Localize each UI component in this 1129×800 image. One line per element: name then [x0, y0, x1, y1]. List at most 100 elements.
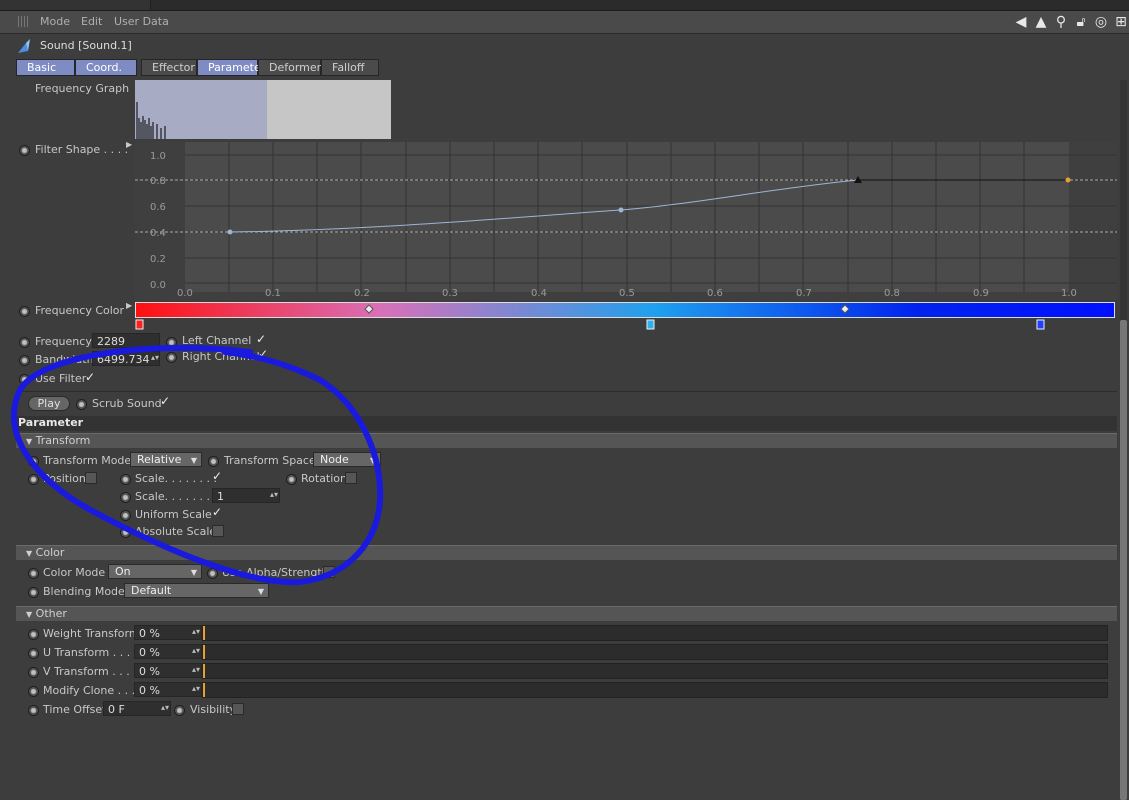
modify-spinner-icon[interactable]: ▴▾: [192, 684, 200, 693]
v-transform-anim-toggle[interactable]: [28, 667, 39, 678]
u-transform-slider[interactable]: [202, 644, 1108, 660]
vertical-scrollbar[interactable]: [1120, 80, 1127, 800]
right-channel-anim-toggle[interactable]: [166, 352, 177, 363]
arrow-up-icon[interactable]: ▲: [1033, 14, 1049, 30]
gradient-knots: [135, 304, 1045, 330]
v-transform-slider[interactable]: [202, 663, 1108, 679]
transform-section-header[interactable]: ▼ Transform: [16, 433, 1117, 448]
play-button[interactable]: Play: [28, 396, 70, 411]
visibility-checkbox[interactable]: [232, 703, 244, 715]
rotation-anim-toggle[interactable]: [286, 474, 297, 485]
rotation-checkbox[interactable]: [345, 472, 357, 484]
scale-toggle-label: Scale. . . . . . . .: [135, 472, 218, 485]
color-mode-dropdown[interactable]: On: [108, 564, 202, 579]
transform-mode-label: Transform Mode: [43, 454, 132, 467]
curve-y-tick: 0.8: [150, 176, 166, 187]
scale-value-anim-toggle[interactable]: [120, 492, 131, 503]
scrub-sound-checkbox[interactable]: ✓: [160, 394, 170, 408]
absolute-scale-anim-toggle[interactable]: [120, 527, 131, 538]
curve-y-tick: 0.0: [150, 280, 166, 291]
weight-spinner-icon[interactable]: ▴▾: [192, 627, 200, 636]
bandwidth-anim-toggle[interactable]: [19, 355, 30, 366]
parameter-header: Parameter: [16, 416, 1117, 431]
transform-space-dropdown[interactable]: Node: [313, 452, 381, 467]
filter-shape-anim-toggle[interactable]: [19, 145, 30, 156]
bandwidth-field[interactable]: 6499.734: [92, 351, 160, 366]
scrub-sound-anim-toggle[interactable]: [76, 399, 87, 410]
new-panel-icon[interactable]: ⊞: [1113, 14, 1129, 30]
right-channel-checkbox[interactable]: ✓: [258, 347, 268, 361]
position-checkbox[interactable]: [85, 472, 97, 484]
use-filter-anim-toggle[interactable]: [19, 374, 30, 385]
frequency-label: Frequency: [35, 335, 92, 348]
tab-effector[interactable]: Effector: [141, 59, 197, 76]
transform-mode-dropdown[interactable]: Relative: [130, 452, 202, 467]
position-label: Position: [43, 472, 86, 485]
frequency-color-label: Frequency Color: [35, 304, 125, 317]
weight-transform-slider[interactable]: [202, 625, 1108, 641]
menu-edit[interactable]: Edit: [81, 15, 102, 28]
scale-toggle-anim[interactable]: [120, 474, 131, 485]
tab-coord[interactable]: Coord.: [75, 59, 137, 76]
toolbar-icons: ◀ ▲ ⚲ 🔓︎ ◎ ⊞: [1013, 13, 1129, 31]
weight-transform-anim-toggle[interactable]: [28, 629, 39, 640]
uniform-scale-checkbox[interactable]: ✓: [212, 505, 222, 519]
use-alpha-anim-toggle[interactable]: [207, 568, 218, 579]
blending-mode-label: Blending Mode: [43, 585, 125, 598]
scrollbar-thumb[interactable]: [1120, 320, 1127, 800]
collapse-arrow-icon: ▼: [26, 610, 33, 619]
right-channel-label: Right Channel: [182, 350, 260, 363]
absolute-scale-checkbox[interactable]: [212, 525, 224, 537]
blending-mode-anim-toggle[interactable]: [28, 587, 39, 598]
tab-falloff[interactable]: Falloff: [321, 59, 379, 76]
time-offset-spinner-icon[interactable]: ▴▾: [161, 703, 169, 712]
time-offset-anim-toggle[interactable]: [28, 705, 39, 716]
scale-value-label: Scale. . . . . . . .: [135, 490, 218, 503]
search-icon[interactable]: ⚲: [1053, 14, 1069, 30]
color-mode-anim-toggle[interactable]: [28, 568, 39, 579]
color-section-header[interactable]: ▼ Color: [16, 545, 1117, 560]
curve-x-tick: 0.1: [265, 288, 281, 299]
lock-icon[interactable]: 🔓︎: [1073, 14, 1089, 30]
frequency-field[interactable]: 2289: [92, 333, 160, 348]
left-channel-checkbox[interactable]: ✓: [256, 332, 266, 346]
scrub-sound-label: Scrub Sound: [92, 397, 162, 410]
position-anim-toggle[interactable]: [28, 474, 39, 485]
transform-mode-anim-toggle[interactable]: [28, 456, 39, 467]
visibility-anim-toggle[interactable]: [174, 705, 185, 716]
filter-shape-curve[interactable]: 1.0 0.8 0.6 0.4 0.2 0.0 0.0 0.1 0.2 0.3 …: [135, 142, 1117, 300]
object-title: Sound [Sound.1]: [40, 39, 132, 52]
curve-x-tick: 0.4: [531, 288, 547, 299]
modify-clone-slider[interactable]: [202, 682, 1108, 698]
menu-user-data[interactable]: User Data: [114, 15, 169, 28]
tab-basic[interactable]: Basic: [16, 59, 75, 76]
scale-checkbox[interactable]: ✓: [212, 469, 222, 483]
filter-shape-expand-icon[interactable]: ▶: [126, 140, 132, 149]
menu-mode[interactable]: Mode: [40, 15, 70, 28]
tab-deformer[interactable]: Deformer: [258, 59, 321, 76]
v-transform-label: V Transform . . . .: [43, 665, 137, 678]
left-channel-anim-toggle[interactable]: [166, 337, 177, 348]
bandwidth-spinner-icon[interactable]: ▴▾: [151, 353, 159, 362]
use-alpha-checkbox[interactable]: [323, 566, 335, 578]
arrow-left-icon[interactable]: ◀: [1013, 14, 1029, 30]
frequency-color-anim-toggle[interactable]: [19, 306, 30, 317]
u-transform-anim-toggle[interactable]: [28, 648, 39, 659]
other-section-title: Other: [35, 607, 67, 620]
scale-spinner-icon[interactable]: ▴▾: [270, 490, 278, 499]
transform-space-anim-toggle[interactable]: [208, 456, 219, 467]
frequency-color-expand-icon[interactable]: ▶: [126, 301, 132, 310]
other-section-header[interactable]: ▼ Other: [16, 606, 1117, 621]
blending-mode-dropdown[interactable]: Default: [124, 583, 269, 598]
use-filter-checkbox[interactable]: ✓: [85, 370, 95, 384]
v-spinner-icon[interactable]: ▴▾: [192, 665, 200, 674]
curve-y-tick: 0.6: [150, 202, 166, 213]
modify-clone-anim-toggle[interactable]: [28, 686, 39, 697]
target-icon[interactable]: ◎: [1093, 14, 1109, 30]
grip-icon[interactable]: [18, 16, 30, 27]
frequency-anim-toggle[interactable]: [19, 337, 30, 348]
uniform-scale-anim-toggle[interactable]: [120, 510, 131, 521]
u-spinner-icon[interactable]: ▴▾: [192, 646, 200, 655]
window-tab[interactable]: [0, 0, 151, 10]
tab-parameter[interactable]: Parameter: [197, 59, 265, 76]
